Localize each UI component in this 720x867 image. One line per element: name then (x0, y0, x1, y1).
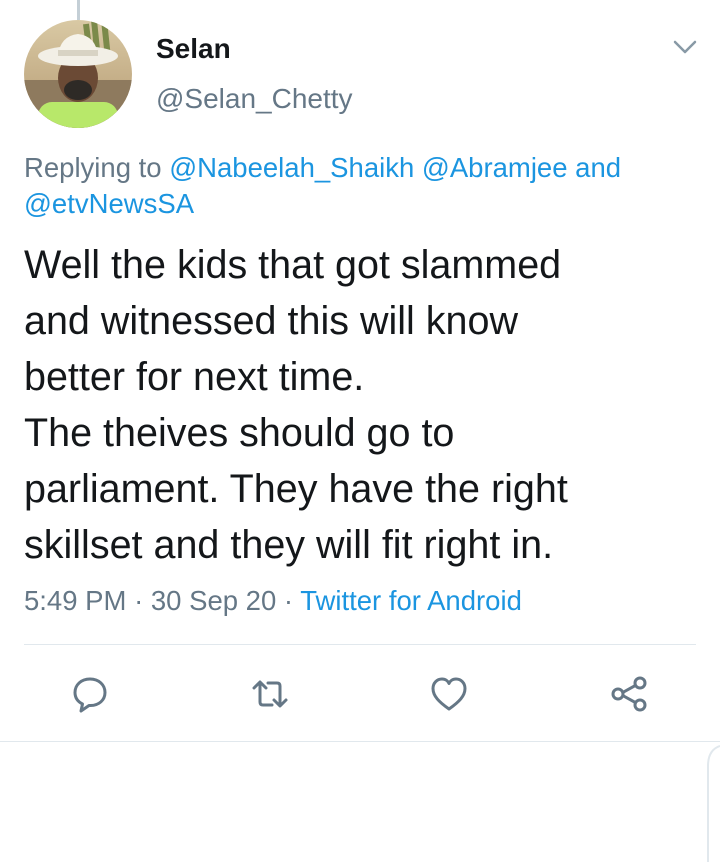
avatar-photo (24, 20, 132, 128)
avatar[interactable] (24, 20, 132, 128)
tweet-time: 5:49 PM (24, 585, 127, 616)
card-edge (700, 744, 720, 862)
mention-link[interactable]: @Abramjee (422, 152, 568, 183)
mention-link[interactable]: @Nabeelah_Shaikh (169, 152, 414, 183)
mention-link[interactable]: @etvNewsSA (24, 188, 194, 219)
like-button[interactable] (427, 672, 471, 716)
tweet-metadata: 5:49 PM · 30 Sep 20 · Twitter for Androi… (24, 583, 522, 619)
heart-icon (431, 677, 467, 711)
display-name[interactable]: Selan (156, 32, 231, 66)
meta-separator: · (134, 585, 144, 616)
chevron-down-icon[interactable] (672, 38, 698, 56)
mention-conjunction[interactable]: and (575, 152, 621, 183)
meta-separator: · (283, 585, 294, 616)
retweet-arrows-icon (252, 680, 288, 708)
divider (24, 644, 696, 645)
reply-button[interactable] (68, 672, 112, 716)
user-handle[interactable]: @Selan_Chetty (156, 82, 353, 116)
share-nodes-icon (611, 676, 647, 712)
replying-to-label: Replying to (24, 152, 162, 183)
divider (0, 741, 720, 742)
thread-connector-line (77, 0, 80, 20)
speech-bubble-icon (73, 677, 107, 713)
share-button[interactable] (607, 672, 651, 716)
tweet-date: 30 Sep 20 (150, 585, 277, 616)
tweet-source-link[interactable]: Twitter for Android (300, 585, 522, 616)
tweet-text: Well the kids that got slammed and witne… (24, 243, 568, 567)
replying-to-line: Replying to @Nabeelah_Shaikh @Abramjee a… (24, 150, 684, 222)
retweet-button[interactable] (248, 672, 292, 716)
